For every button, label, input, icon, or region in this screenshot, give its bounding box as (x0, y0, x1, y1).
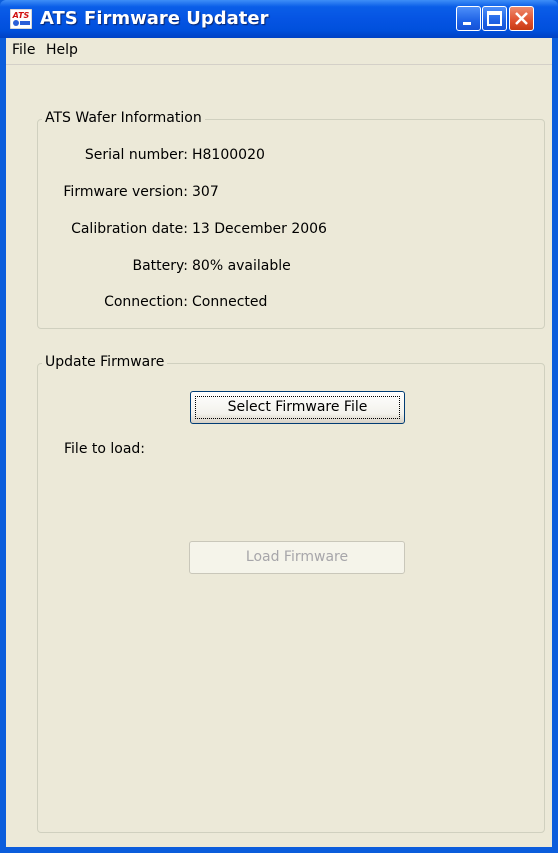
calibration-date-label: Calibration date: (71, 221, 188, 237)
serial-number-label: Serial number: (84, 147, 188, 163)
info-row-serial: Serial number: H8100020 (38, 147, 544, 165)
minimize-icon (463, 22, 471, 25)
firmware-version-value: 307 (192, 184, 219, 200)
maximize-icon (487, 11, 502, 26)
calibration-date-value: 13 December 2006 (192, 221, 327, 237)
info-row-calibration: Calibration date: 13 December 2006 (38, 221, 544, 239)
update-firmware-group-title: Update Firmware (42, 354, 168, 370)
file-to-load-label: File to load: (64, 441, 146, 457)
select-firmware-file-button[interactable]: Select Firmware File (190, 391, 405, 424)
menu-help[interactable]: Help (46, 42, 78, 58)
firmware-version-label: Firmware version: (63, 184, 188, 200)
app-icon-text: ATS (12, 11, 30, 20)
serial-number-value: H8100020 (192, 147, 265, 163)
load-firmware-label: Load Firmware (245, 549, 349, 565)
connection-label: Connection: (104, 294, 188, 310)
update-firmware-group: Update Firmware Select Firmware File Fil… (37, 354, 545, 833)
app-window: ATS ATS Firmware Updater File Help ATS W… (0, 0, 558, 853)
title-bar[interactable]: ATS ATS Firmware Updater (0, 0, 558, 38)
info-row-firmware: Firmware version: 307 (38, 184, 544, 202)
battery-value: 80% available (192, 258, 291, 274)
wafer-info-group: ATS Wafer Information Serial number: H81… (37, 110, 545, 329)
minimize-button[interactable] (456, 6, 481, 31)
close-icon (515, 12, 528, 25)
menu-bar: File Help (6, 38, 552, 65)
close-button[interactable] (509, 6, 534, 31)
info-row-connection: Connection: Connected (38, 294, 544, 312)
window-title: ATS Firmware Updater (40, 8, 269, 29)
load-firmware-button[interactable]: Load Firmware (189, 541, 405, 574)
ats-app-icon: ATS (10, 9, 32, 29)
focus-rectangle (195, 396, 400, 419)
menu-file[interactable]: File (12, 42, 35, 58)
maximize-button[interactable] (482, 6, 507, 31)
connection-value: Connected (192, 294, 268, 310)
battery-label: Battery: (132, 258, 188, 274)
info-row-battery: Battery: 80% available (38, 258, 544, 276)
wafer-info-group-title: ATS Wafer Information (42, 110, 205, 126)
